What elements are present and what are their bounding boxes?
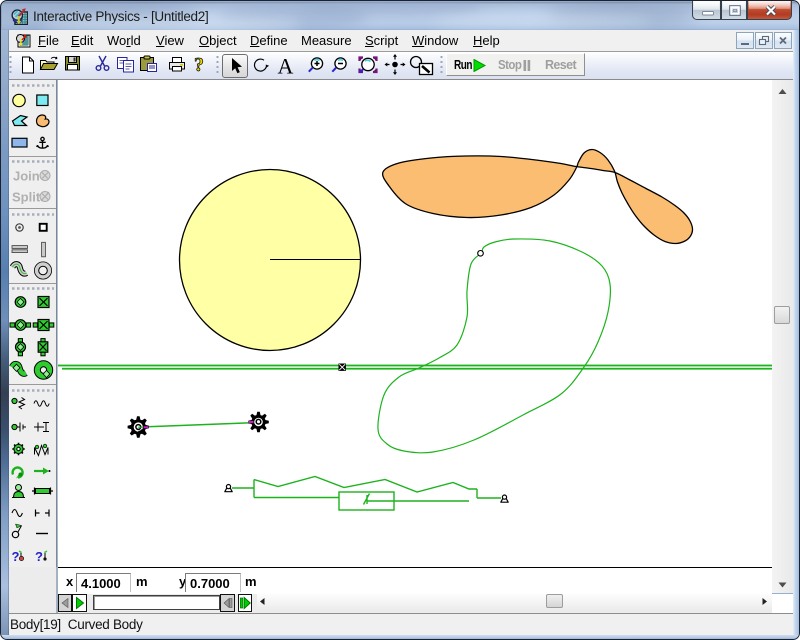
svg-text:?: ? (35, 549, 43, 564)
svg-text:?: ? (194, 54, 204, 76)
svg-text:?: ? (12, 549, 20, 564)
svg-text:Split: Split (12, 190, 41, 205)
svg-text:A: A (278, 54, 294, 79)
svg-text:Join: Join (13, 169, 40, 184)
